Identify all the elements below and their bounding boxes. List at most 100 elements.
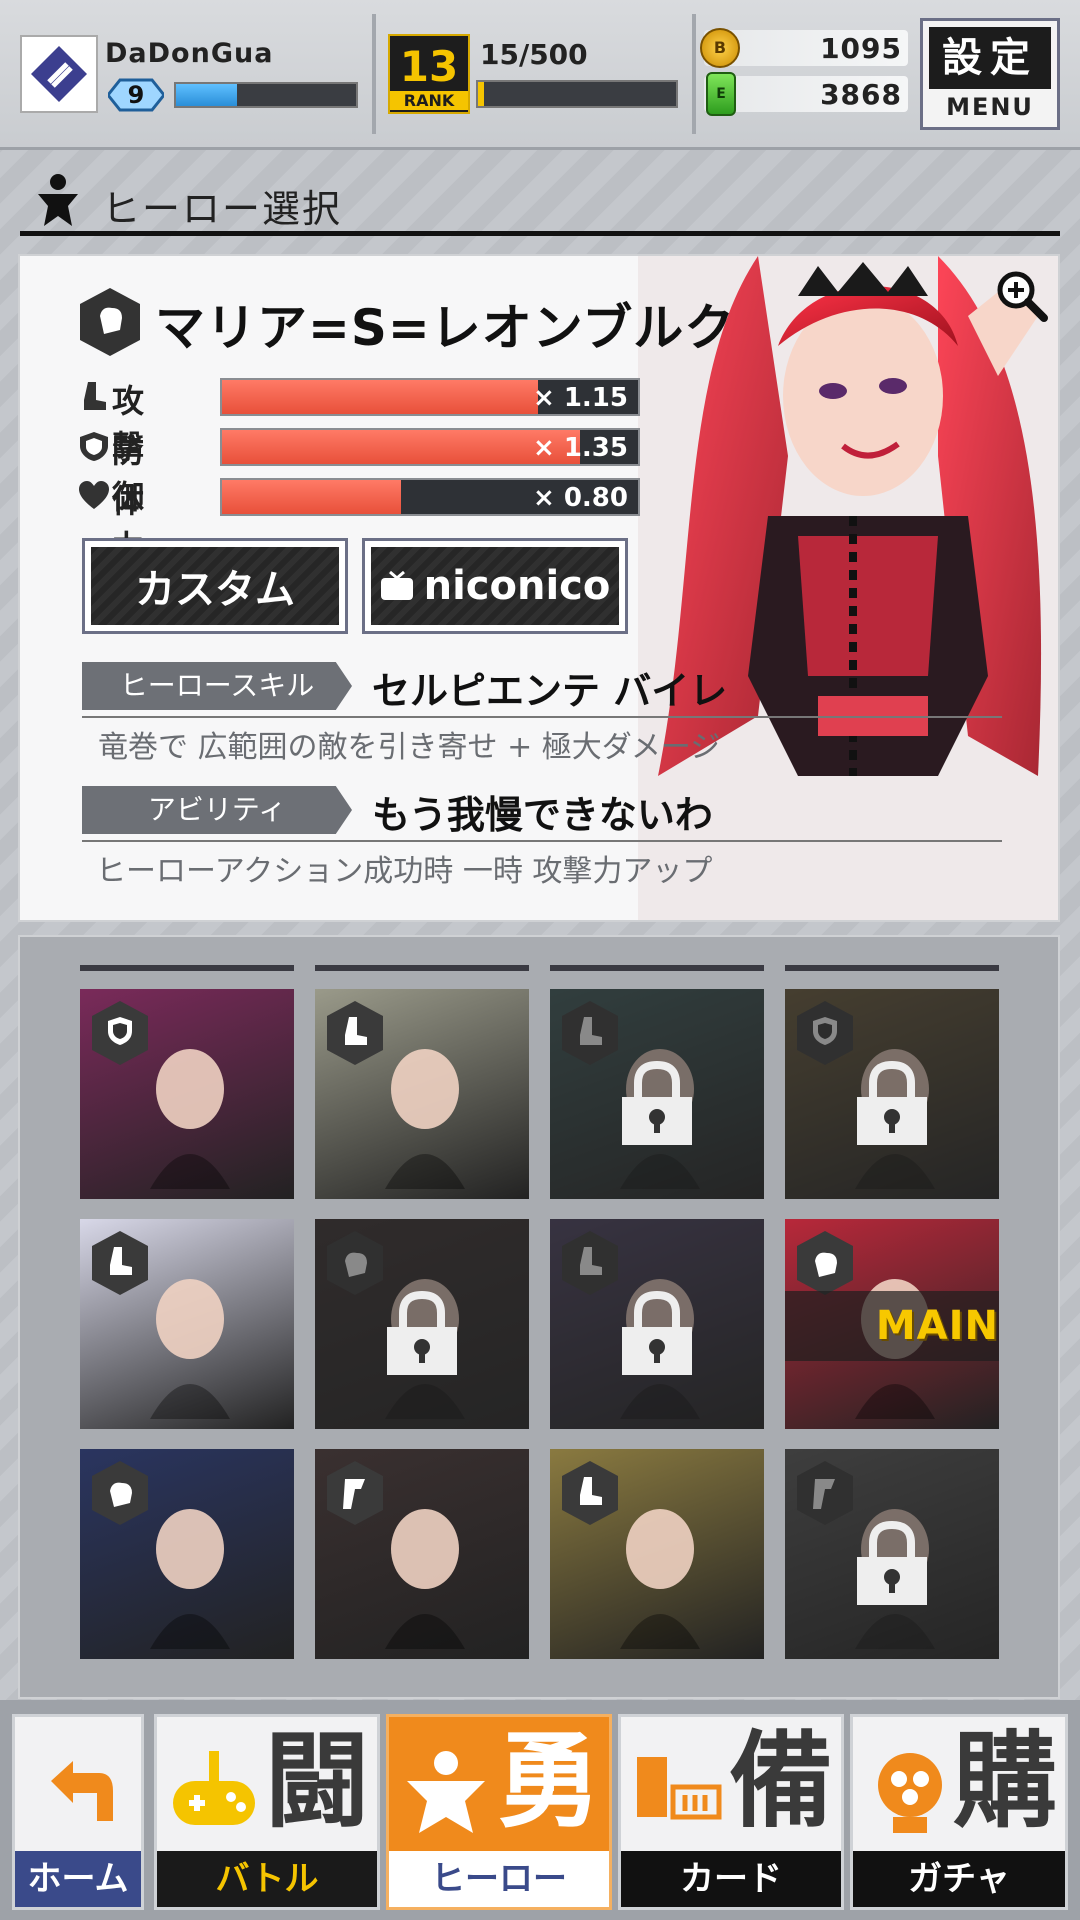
lock-icon <box>857 1060 927 1145</box>
boot-icon <box>92 1231 148 1295</box>
hero-skill-row: ヒーロースキル セルピエンテ バイレ <box>82 658 1002 718</box>
nav-gacha[interactable]: 購 ガチャ <box>850 1714 1068 1910</box>
main-label: MAIN <box>875 1303 999 1349</box>
nav-card[interactable]: 備 カード <box>618 1714 844 1910</box>
stat-bar: × 0.80 <box>220 478 640 516</box>
hero-tile[interactable] <box>550 1449 764 1659</box>
divider <box>80 965 294 971</box>
hero-tile[interactable] <box>80 1449 294 1659</box>
nav-big-char: 備 <box>728 1720 833 1842</box>
hero-detail-panel: マリア=S=レオンブルク 攻撃 × 1.15 防御 × 1.35 体力 × 0.… <box>18 254 1060 922</box>
lock-icon <box>622 1060 692 1145</box>
nav-home[interactable]: ホーム <box>12 1714 144 1910</box>
nav-label: ガチャ <box>853 1851 1065 1907</box>
stat-bar: × 1.35 <box>220 428 640 466</box>
nav-label: ホーム <box>15 1851 141 1907</box>
ability-name: もう我慢できないわ <box>372 793 713 837</box>
gamepad-icon <box>173 1751 255 1825</box>
zoom-icon[interactable] <box>994 268 1050 324</box>
ability-description: ヒーローアクション成功時 一時 攻撃力アップ <box>96 854 713 889</box>
hero-tile[interactable] <box>80 989 294 1199</box>
nav-hero[interactable]: 勇 ヒーロー <box>386 1714 612 1910</box>
hero-tile[interactable] <box>315 1219 529 1429</box>
section-title: ヒーロー選択 <box>102 187 343 231</box>
hero-tile[interactable] <box>550 989 764 1199</box>
nav-big-char: 購 <box>952 1720 1057 1842</box>
shield-icon <box>92 1001 148 1065</box>
hero-thumbnail <box>620 1509 700 1649</box>
rank-badge: 13 RANK <box>388 34 470 114</box>
divider <box>550 965 764 971</box>
skill-description: 竜巻で 広範囲の敵を引き寄せ + 極大ダメージ <box>98 730 721 765</box>
divider <box>785 965 999 971</box>
custom-button-label: カスタム <box>135 567 295 613</box>
fist-icon <box>92 1461 148 1525</box>
nav-label: バトル <box>157 1851 377 1907</box>
stat-value: × 1.15 <box>533 383 628 413</box>
tv-icon <box>380 571 413 600</box>
gem-icon: E <box>706 72 736 116</box>
rank-progress: 15/500 <box>480 38 588 71</box>
divider <box>692 14 696 134</box>
custom-button[interactable]: カスタム <box>82 538 348 634</box>
divider <box>315 965 529 971</box>
ability-row: アビリティ もう我慢できないわ <box>82 782 1002 842</box>
rank-label: RANK <box>390 91 468 110</box>
gacha-icon <box>878 1753 942 1833</box>
rank-bar <box>476 80 678 108</box>
rank-number: 13 <box>399 42 459 91</box>
ability-tag: アビリティ <box>82 786 352 834</box>
hero-grid: MAIN <box>18 935 1060 1699</box>
divider <box>82 840 1002 842</box>
boot-icon <box>562 1461 618 1525</box>
fist-icon <box>797 1231 853 1295</box>
hero-thumbnail <box>150 1509 230 1649</box>
hero-thumbnail <box>385 1509 465 1649</box>
hero-thumbnail <box>150 1279 230 1419</box>
hero-tile[interactable] <box>550 1219 764 1429</box>
skill-name: セルピエンテ バイレ <box>372 669 728 713</box>
top-status-bar: DaDonGua 9 13 RANK 15/500 B 1095 E 3868 … <box>0 0 1080 150</box>
divider <box>82 716 1002 718</box>
hero-tile[interactable] <box>315 1449 529 1659</box>
hero-tile[interactable] <box>315 989 529 1199</box>
hero-tile[interactable] <box>785 1449 999 1659</box>
bottom-nav: ホーム 闘 バトル 勇 ヒーロー 備 カード 購 ガチャ <box>0 1700 1080 1920</box>
gold-counter: B 1095 <box>700 28 908 68</box>
gold-value: 1095 <box>820 32 902 65</box>
menu-jp-label: 設定 <box>929 27 1051 89</box>
player-avatar[interactable] <box>20 35 98 113</box>
gold-coin-icon: B <box>700 28 740 68</box>
stat-value: × 0.80 <box>533 483 628 513</box>
skill-tag: ヒーロースキル <box>82 662 352 710</box>
hero-name: マリア=S=レオンブルク <box>155 299 736 357</box>
gem-counter: E 3868 <box>704 72 908 116</box>
menu-en-label: MENU <box>946 93 1034 121</box>
player-level: 9 <box>127 81 145 109</box>
nav-big-char: 闘 <box>264 1720 369 1842</box>
niconico-button[interactable]: niconico <box>362 538 628 634</box>
nav-battle[interactable]: 闘 バトル <box>154 1714 380 1910</box>
lock-icon <box>387 1290 457 1375</box>
gem-value: 3868 <box>820 78 902 111</box>
stat-value: × 1.35 <box>533 433 628 463</box>
main-hero-band: MAIN <box>785 1291 999 1361</box>
card-icon <box>637 1757 722 1820</box>
boot-icon <box>327 1001 383 1065</box>
settings-menu-button[interactable]: 設定 MENU <box>920 18 1060 130</box>
hero-tile[interactable] <box>785 989 999 1199</box>
hero-thumbnail <box>150 1049 230 1189</box>
hero-tile[interactable]: MAIN <box>785 1219 999 1429</box>
player-emblem-icon <box>31 46 87 102</box>
stat-bar: × 1.15 <box>220 378 640 416</box>
divider <box>372 14 376 134</box>
nav-label: ヒーロー <box>389 1851 609 1907</box>
hero-icon <box>407 1751 485 1833</box>
xp-bar <box>174 82 358 108</box>
fist-icon <box>80 288 140 356</box>
p-icon <box>327 1461 383 1525</box>
hero-tile[interactable] <box>80 1219 294 1429</box>
heart-icon <box>79 481 109 509</box>
lock-icon <box>622 1290 692 1375</box>
nav-label: カード <box>621 1851 841 1907</box>
